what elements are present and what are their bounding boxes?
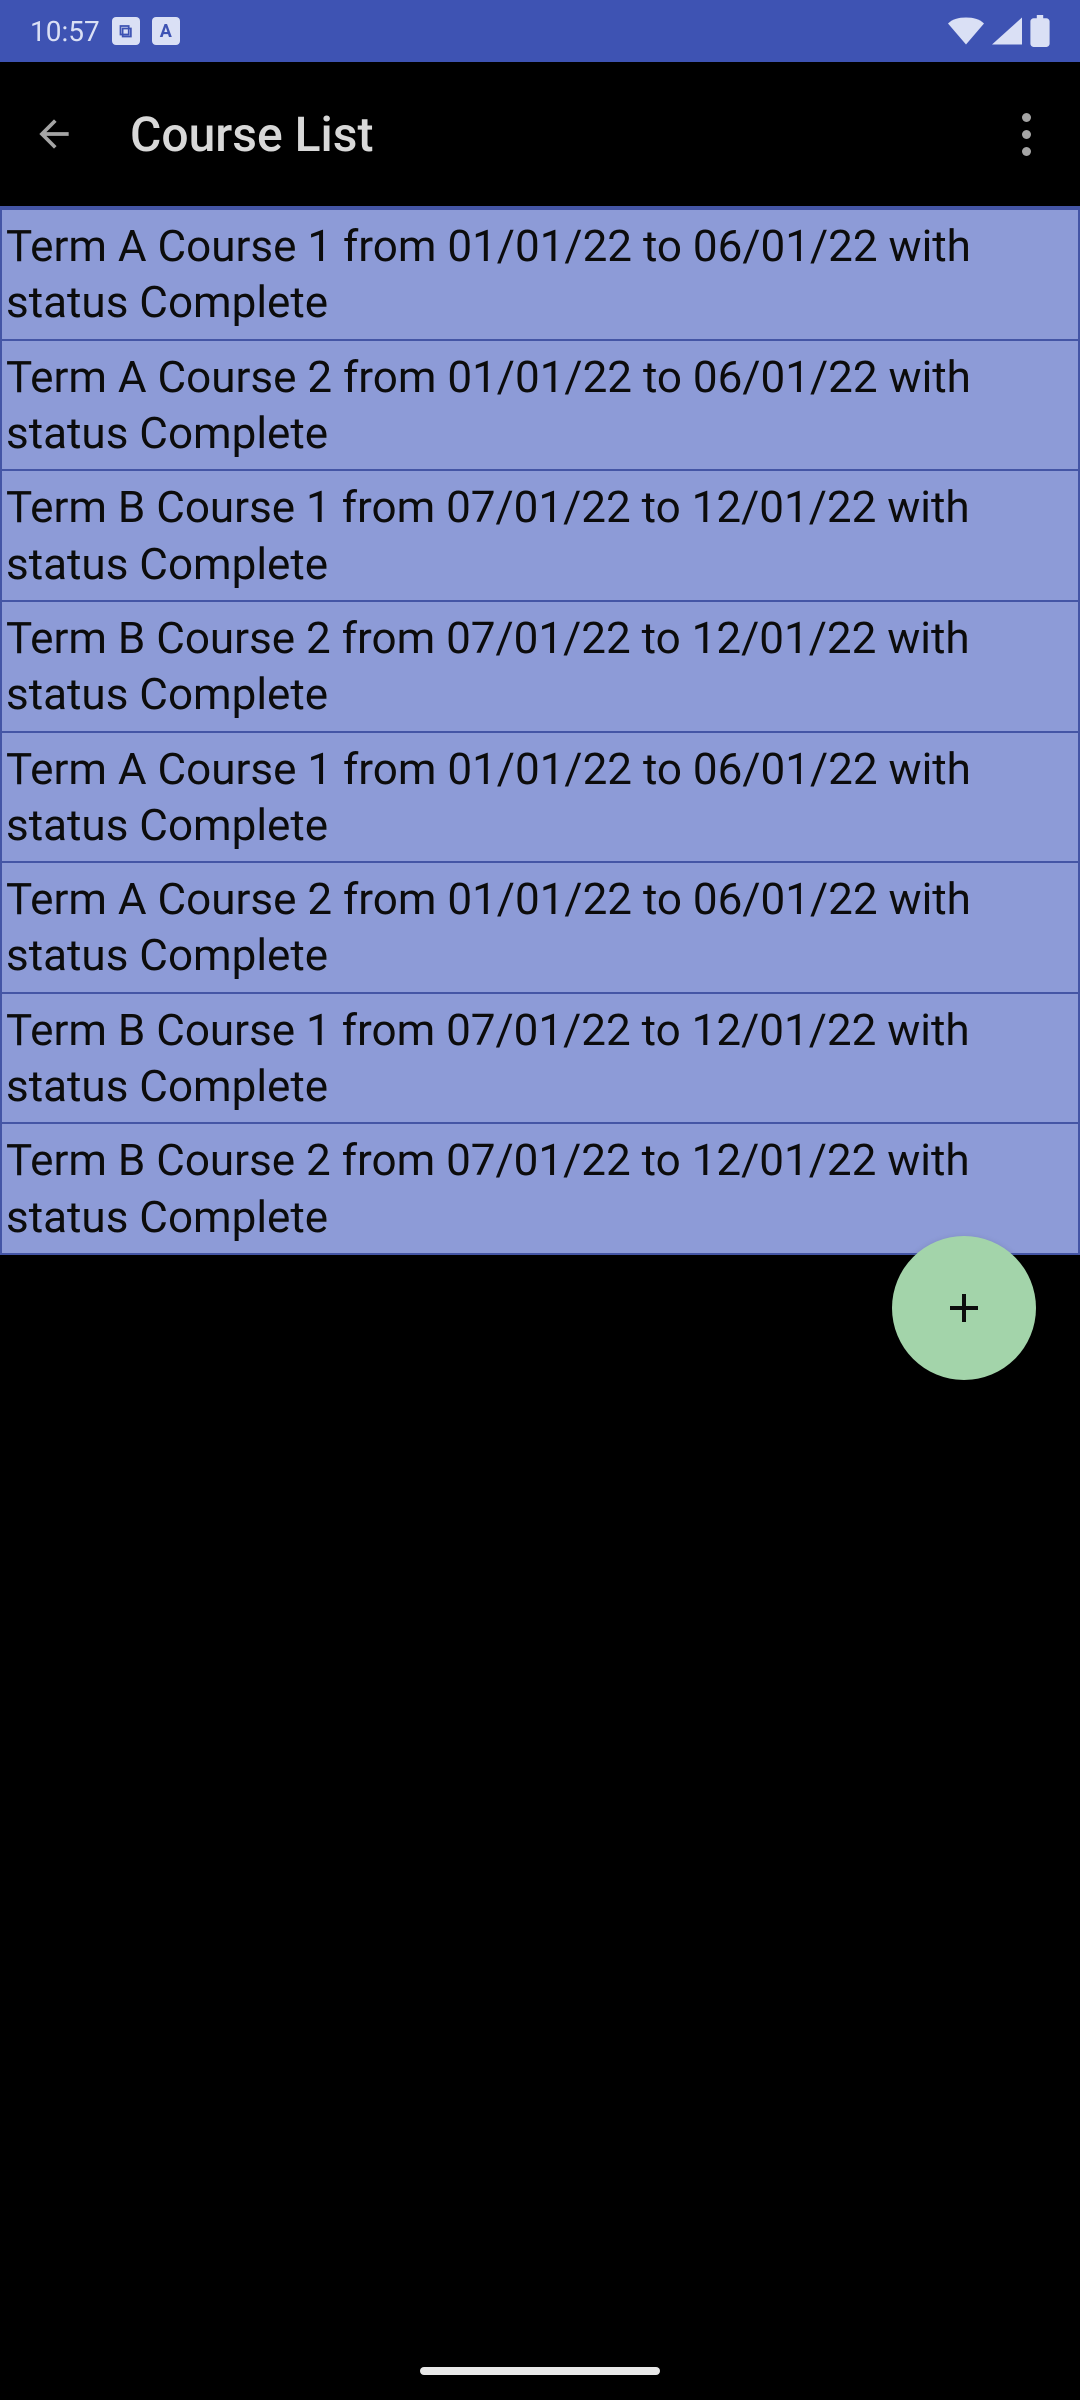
- plus-icon: [940, 1284, 988, 1332]
- list-item[interactable]: Term B Course 2 from 07/01/22 to 12/01/2…: [0, 602, 1080, 733]
- wifi-icon: [948, 17, 984, 45]
- status-left: 10:57 ⧉ A: [30, 15, 180, 48]
- list-item[interactable]: Term B Course 2 from 07/01/22 to 12/01/2…: [0, 1124, 1080, 1255]
- status-bar: 10:57 ⧉ A: [0, 0, 1080, 62]
- overflow-menu-button[interactable]: [990, 98, 1062, 170]
- app-bar: Course List: [0, 62, 1080, 208]
- list-item[interactable]: Term A Course 1 from 01/01/22 to 06/01/2…: [0, 208, 1080, 341]
- list-item[interactable]: Term A Course 1 from 01/01/22 to 06/01/2…: [0, 733, 1080, 864]
- list-item[interactable]: Term B Course 1 from 07/01/22 to 12/01/2…: [0, 994, 1080, 1125]
- status-icon-2: A: [152, 17, 180, 45]
- signal-icon: [992, 17, 1022, 45]
- status-icon-1: ⧉: [112, 17, 140, 45]
- list-item[interactable]: Term B Course 1 from 07/01/22 to 12/01/2…: [0, 471, 1080, 602]
- back-arrow-icon: [32, 112, 76, 156]
- course-list: Term A Course 1 from 01/01/22 to 06/01/2…: [0, 208, 1080, 1255]
- navigation-handle[interactable]: [420, 2367, 660, 2375]
- battery-icon: [1030, 15, 1050, 47]
- page-title: Course List: [130, 106, 990, 163]
- more-vert-icon: [1022, 113, 1031, 156]
- status-time: 10:57: [30, 15, 100, 48]
- back-button[interactable]: [18, 98, 90, 170]
- list-item[interactable]: Term A Course 2 from 01/01/22 to 06/01/2…: [0, 863, 1080, 994]
- list-item[interactable]: Term A Course 2 from 01/01/22 to 06/01/2…: [0, 341, 1080, 472]
- status-right: [948, 15, 1050, 47]
- add-course-fab[interactable]: [892, 1236, 1036, 1380]
